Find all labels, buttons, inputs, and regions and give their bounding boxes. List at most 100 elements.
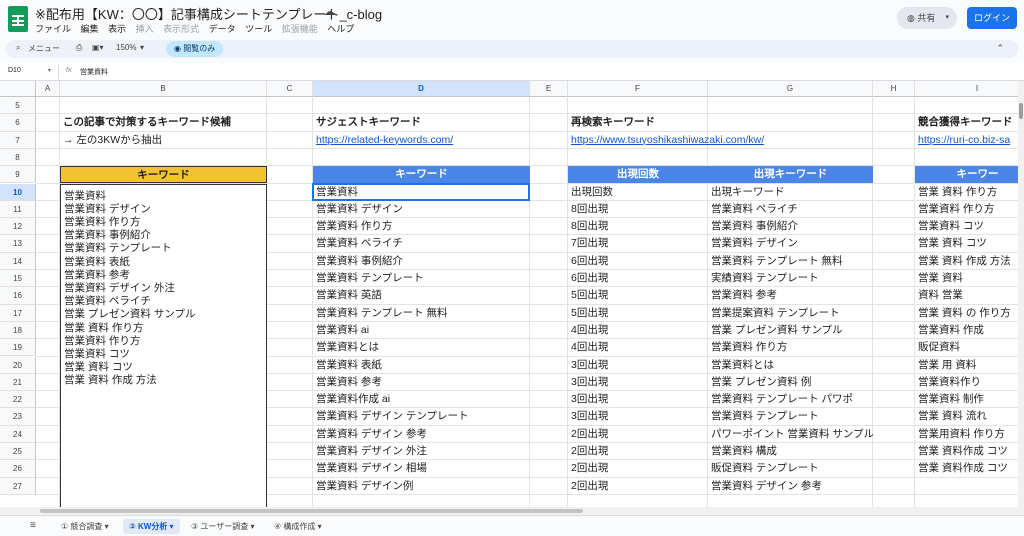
menu-edit[interactable]: 編集 bbox=[81, 24, 99, 34]
appearance-keyword-cell[interactable]: パワーポイント 営業資料 サンプル bbox=[708, 426, 873, 443]
select-all-corner[interactable] bbox=[0, 81, 36, 97]
competitor-keyword-cell[interactable]: 営業 資料作成 コツ bbox=[915, 443, 1018, 460]
suggest-keyword-cell[interactable]: 営業資料作成 ai bbox=[313, 391, 530, 408]
competitor-keyword-cell[interactable]: 営業資料 作り方 bbox=[915, 201, 1018, 218]
appearance-keyword-cell[interactable]: 営業資料 ペライチ bbox=[708, 201, 873, 218]
sheets-logo-icon[interactable] bbox=[8, 6, 28, 32]
appearance-keyword-cell[interactable]: 営業資料 テンプレート bbox=[708, 408, 873, 425]
all-sheets-icon[interactable]: ≡ bbox=[30, 520, 36, 531]
appearance-keyword-cell[interactable]: 営業資料 デザイン bbox=[708, 235, 873, 252]
menu-tools[interactable]: ツール bbox=[245, 24, 272, 34]
suggest-keyword-cell[interactable]: 営業資料 テンプレート 無料 bbox=[313, 305, 530, 322]
row-header-10[interactable]: 10 bbox=[0, 183, 36, 201]
competitor-keywords-link[interactable]: https://ruri-co.biz-sa bbox=[915, 132, 1018, 149]
suggest-keyword-cell[interactable]: 営業資料 ペライチ bbox=[313, 235, 530, 252]
row-header-21[interactable]: 21 bbox=[0, 373, 36, 392]
row-header-26[interactable]: 26 bbox=[0, 460, 36, 478]
column-header-e[interactable]: E bbox=[530, 81, 568, 97]
suggest-keyword-cell[interactable]: 営業資料 デザイン 参考 bbox=[313, 426, 530, 443]
appearance-keyword-cell[interactable]: 営業資料 構成 bbox=[708, 443, 873, 460]
competitor-keyword-cell[interactable]: 営業資料 コツ bbox=[915, 218, 1018, 235]
row-header-7[interactable]: 7 bbox=[0, 131, 36, 149]
appearance-keyword-cell[interactable]: 営業資料 事例紹介 bbox=[708, 218, 873, 235]
appearance-keyword-cell[interactable]: 営業資料とは bbox=[708, 357, 873, 374]
competitor-keyword-cell[interactable]: 営業資料 制作 bbox=[915, 391, 1018, 408]
appearance-keyword-cell[interactable]: 営業 プレゼン資料 例 bbox=[708, 374, 873, 391]
chevron-down-icon[interactable]: ▾ bbox=[167, 522, 174, 531]
search-icon[interactable]: ⌕ bbox=[16, 43, 20, 53]
appearance-keyword-cell[interactable]: 営業資料 テンプレート 無料 bbox=[708, 253, 873, 270]
menu-insert[interactable]: 挿入 bbox=[136, 24, 154, 34]
competitor-keyword-cell[interactable]: 営業資料 作成 bbox=[915, 322, 1018, 339]
appearance-count-cell[interactable]: 出現回数 bbox=[568, 184, 708, 201]
menu-search-label[interactable]: メニュー bbox=[28, 43, 60, 54]
name-box[interactable]: D10 bbox=[8, 67, 21, 74]
horizontal-scroll-thumb[interactable] bbox=[40, 509, 583, 513]
row-header-11[interactable]: 11 bbox=[0, 200, 36, 219]
vertical-scrollbar[interactable] bbox=[1018, 81, 1024, 507]
appearance-count-cell[interactable]: 6回出現 bbox=[568, 253, 708, 270]
formula-input[interactable]: 営業資料 bbox=[80, 67, 108, 77]
paint-format-icon[interactable]: ▣▾ bbox=[92, 43, 104, 52]
row-header-14[interactable]: 14 bbox=[0, 252, 36, 270]
suggest-keyword-cell[interactable]: 営業資料 作り方 bbox=[313, 218, 530, 235]
appearance-count-cell[interactable]: 3回出現 bbox=[568, 391, 708, 408]
suggest-keyword-cell[interactable]: 営業資料 デザイン テンプレート bbox=[313, 408, 530, 425]
row-header-17[interactable]: 17 bbox=[0, 304, 36, 322]
sheet-tab-4[interactable]: ④ 構成作成 ▾ bbox=[268, 519, 328, 534]
vertical-scroll-thumb[interactable] bbox=[1019, 103, 1023, 119]
appearance-count-cell[interactable]: 2回出現 bbox=[568, 443, 708, 460]
appearance-count-cell[interactable]: 5回出現 bbox=[568, 305, 708, 322]
print-icon[interactable]: ⎙ bbox=[76, 43, 82, 53]
appearance-keyword-cell[interactable]: 営業提案資料 テンプレート bbox=[708, 305, 873, 322]
sheet-tab-3[interactable]: ③ ユーザー調査 ▾ bbox=[185, 519, 260, 534]
appearance-count-cell[interactable]: 6回出現 bbox=[568, 270, 708, 287]
appearance-keyword-cell[interactable]: 営業資料 デザイン 参考 bbox=[708, 478, 873, 495]
competitor-keyword-cell[interactable]: 営業 資料作成 コツ bbox=[915, 460, 1018, 477]
suggest-keyword-cell[interactable]: 営業資料 表紙 bbox=[313, 357, 530, 374]
competitor-keyword-cell[interactable]: 営業用資料 作り方 bbox=[915, 426, 1018, 443]
row-header-27[interactable]: 27 bbox=[0, 477, 36, 495]
selected-cell-d10[interactable] bbox=[312, 182, 530, 201]
menu-view[interactable]: 表示 bbox=[108, 24, 126, 34]
chevron-down-icon[interactable]: ▾ bbox=[315, 522, 322, 531]
sheet-tab-1[interactable]: ① 競合調査 ▾ bbox=[55, 519, 115, 534]
appearance-count-cell[interactable]: 2回出現 bbox=[568, 460, 708, 477]
appearance-count-cell[interactable]: 2回出現 bbox=[568, 478, 708, 495]
share-button[interactable]: ◍ 共有 ▾ bbox=[897, 7, 957, 29]
name-box-chevron-icon[interactable]: ▾ bbox=[48, 67, 51, 74]
suggest-keyword-cell[interactable]: 営業資料 デザイン bbox=[313, 201, 530, 218]
appearance-count-cell[interactable]: 3回出現 bbox=[568, 374, 708, 391]
row-header-19[interactable]: 19 bbox=[0, 339, 36, 357]
view-only-button[interactable]: ◉ 閲覧のみ bbox=[166, 41, 224, 57]
column-header-h[interactable]: H bbox=[873, 81, 915, 97]
collapse-toolbar-icon[interactable]: ⌃ bbox=[996, 43, 1004, 54]
row-header-16[interactable]: 16 bbox=[0, 287, 36, 305]
row-header-6[interactable]: 6 bbox=[0, 114, 36, 132]
appearance-count-cell[interactable]: 2回出現 bbox=[568, 426, 708, 443]
horizontal-scrollbar[interactable] bbox=[0, 507, 1024, 515]
suggest-keyword-cell[interactable]: 営業資料 デザイン 相場 bbox=[313, 460, 530, 477]
suggest-keyword-cell[interactable]: 営業資料 ai bbox=[313, 322, 530, 339]
menu-help[interactable]: ヘルプ bbox=[327, 24, 354, 34]
column-header-b[interactable]: B bbox=[60, 81, 267, 97]
row-header-25[interactable]: 25 bbox=[0, 443, 36, 461]
row-header-9[interactable]: 9 bbox=[0, 166, 36, 184]
competitor-keyword-cell[interactable]: 営業 資料 流れ bbox=[915, 408, 1018, 425]
appearance-keyword-cell[interactable]: 実績資料 テンプレート bbox=[708, 270, 873, 287]
appearance-count-cell[interactable]: 4回出現 bbox=[568, 339, 708, 356]
row-header-20[interactable]: 20 bbox=[0, 356, 36, 374]
row-header-8[interactable]: 8 bbox=[0, 148, 36, 167]
suggest-keyword-cell[interactable]: 営業資料 デザイン 外注 bbox=[313, 443, 530, 460]
menu-format[interactable]: 表示形式 bbox=[163, 24, 199, 34]
login-button[interactable]: ログイン bbox=[967, 7, 1017, 29]
competitor-keyword-cell[interactable]: 販促資料 bbox=[915, 339, 1018, 356]
appearance-count-cell[interactable]: 8回出現 bbox=[568, 218, 708, 235]
sheet-tab-2[interactable]: ② KW分析 ▾ bbox=[123, 519, 180, 534]
row-header-13[interactable]: 13 bbox=[0, 235, 36, 253]
spreadsheet-grid[interactable]: A B C D E F G H I 5 6 7 8 9 10 11 12 13 14 15 16 17 18 19 20 21 22… bbox=[0, 81, 1018, 507]
suggest-keyword-cell[interactable]: 営業資料 テンプレート bbox=[313, 270, 530, 287]
row-header-12[interactable]: 12 bbox=[0, 218, 36, 236]
appearance-keyword-cell[interactable]: 営業資料 テンプレート パワポ bbox=[708, 391, 873, 408]
appearance-count-cell[interactable]: 4回出現 bbox=[568, 322, 708, 339]
